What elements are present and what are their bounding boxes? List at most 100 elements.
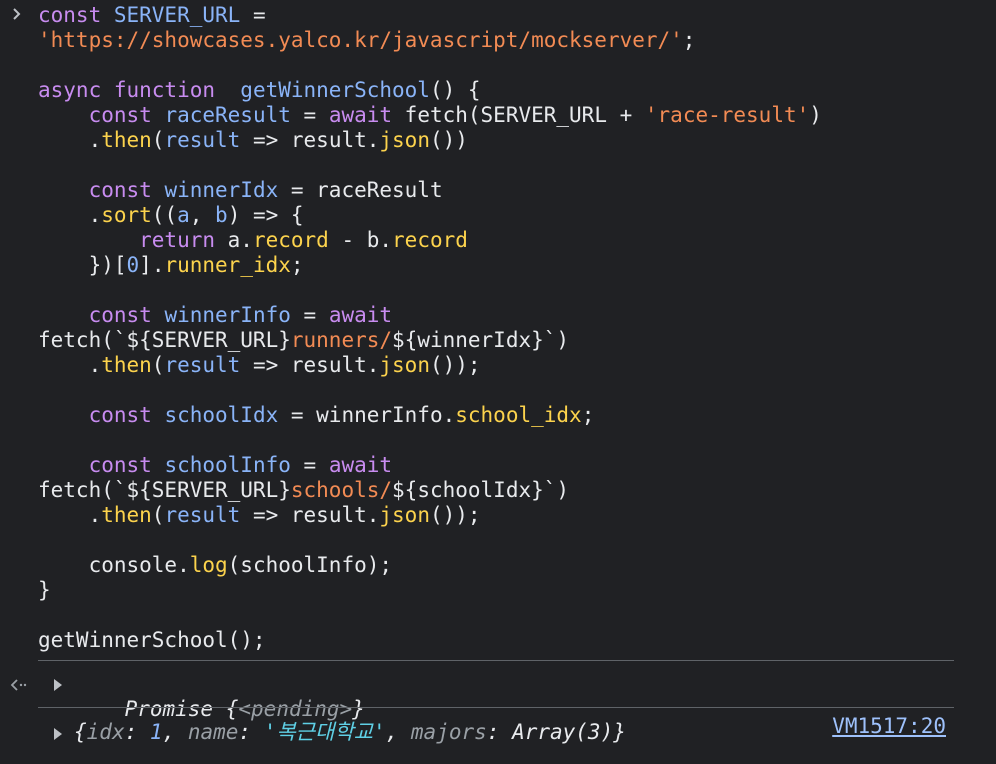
code-token: const <box>38 403 165 427</box>
code-token: log <box>189 553 228 577</box>
code-token: getWinnerSchool <box>227 78 430 102</box>
object-value-number: 1 <box>149 720 163 744</box>
code-token: json <box>379 353 430 377</box>
code-line: getWinnerSchool(); <box>38 628 976 653</box>
expand-triangle-icon[interactable] <box>54 679 62 691</box>
code-token: 'race-result' <box>644 103 810 127</box>
object-summary[interactable]: {idx: 1, name: '복근대학교', majors: Array(3)… <box>74 720 626 745</box>
code-token: async <box>38 78 114 102</box>
object-key: idx <box>86 720 125 744</box>
code-token: = raceResult <box>278 178 443 202</box>
code-token: record <box>252 228 329 252</box>
code-token: = <box>290 303 329 327</box>
code-token: = <box>290 453 329 477</box>
code-token: runners/ <box>290 328 393 352</box>
code-token: })[ <box>38 253 127 277</box>
code-token: => result. <box>240 353 380 377</box>
code-line: const winnerIdx = raceResult <box>38 178 976 203</box>
code-token: raceResult <box>164 103 291 127</box>
expand-triangle-icon[interactable] <box>54 728 62 740</box>
return-arrow-icon <box>10 677 28 698</box>
code-token: . <box>38 128 102 152</box>
code-line: })[0].runner_idx; <box>38 253 976 278</box>
code-token: a <box>177 203 190 227</box>
code-token: ${winnerIdx}`) <box>392 328 570 352</box>
return-value-row: Promise {<pending>} <box>0 665 996 721</box>
code-token: sort <box>101 203 152 227</box>
code-token: ) <box>809 103 822 127</box>
code-token: - b. <box>328 228 393 252</box>
code-token: (( <box>151 203 178 227</box>
code-token: ( <box>151 353 165 377</box>
code-token: } <box>38 578 51 602</box>
code-token: a. <box>227 228 253 252</box>
code-line: const winnerInfo = await <box>38 303 976 328</box>
code-token: ]. <box>139 253 165 277</box>
code-token: json <box>379 503 430 527</box>
code-token: then <box>101 353 152 377</box>
code-token: fetch(`${SERVER_URL} <box>38 478 291 502</box>
code-token: ) => { <box>227 203 304 227</box>
object-key: majors <box>410 720 487 744</box>
code-token: schools/ <box>290 478 393 502</box>
code-token: json <box>379 128 430 152</box>
code-token: ; <box>290 253 304 277</box>
code-token: runner_idx <box>164 253 291 277</box>
code-token: fetch(`${SERVER_URL} <box>38 328 291 352</box>
code-token: () { <box>429 78 481 102</box>
code-token: const <box>38 3 114 27</box>
code-token: . <box>38 203 102 227</box>
source-link[interactable]: VM1517:20 <box>832 714 946 739</box>
code-token: = winnerInfo. <box>278 403 456 427</box>
code-line: fetch(`${SERVER_URL}schools/${schoolIdx}… <box>38 478 976 503</box>
code-token: return <box>38 228 228 252</box>
code-line: const raceResult = await fetch(SERVER_UR… <box>38 103 976 128</box>
code-line: return a.record - b.record <box>38 228 976 253</box>
code-token: winnerIdx <box>164 178 279 202</box>
object-key: name <box>187 720 239 744</box>
code-token: getWinnerSchool(); <box>38 628 266 652</box>
code-token: 0 <box>126 253 140 277</box>
code-token: console. <box>38 553 190 577</box>
code-token: const <box>38 453 165 477</box>
code-line: const SERVER_URL = <box>38 3 976 28</box>
code-token: = <box>240 3 266 27</box>
code-token: b <box>215 203 228 227</box>
code-token: const <box>38 103 165 127</box>
code-line: .then(result => result.json()) <box>38 128 976 153</box>
code-token: schoolInfo <box>164 453 291 477</box>
code-token: result <box>164 128 241 152</box>
code-line: async function getWinnerSchool() { <box>38 78 976 103</box>
code-line: 'https://showcases.yalco.kr/javascript/m… <box>38 28 976 53</box>
code-token: then <box>101 503 152 527</box>
code-token: (schoolInfo); <box>227 553 393 577</box>
code-line: console.log(schoolInfo); <box>38 553 976 578</box>
code-token: const <box>38 178 165 202</box>
code-line: const schoolIdx = winnerInfo.school_idx; <box>38 403 976 428</box>
code-token: fetch(SERVER_URL + <box>404 103 645 127</box>
console-divider <box>38 707 954 708</box>
code-token: winnerInfo <box>164 303 291 327</box>
code-line: } <box>38 578 976 603</box>
code-token: result <box>164 353 241 377</box>
code-token: function <box>113 78 228 102</box>
code-token: = <box>290 103 329 127</box>
code-token: school_idx <box>455 403 582 427</box>
object-value-array: Array(3) <box>512 720 614 744</box>
code-token: ( <box>151 128 165 152</box>
code-line: .sort((a, b) => { <box>38 203 976 228</box>
code-token: await <box>328 453 393 477</box>
code-token: => result. <box>240 503 380 527</box>
console-input-code[interactable]: const SERVER_URL ='https://showcases.yal… <box>38 3 976 653</box>
code-token: ; <box>682 28 696 52</box>
object-value-string: '복근대학교' <box>263 720 386 744</box>
code-line: const schoolInfo = await <box>38 453 976 478</box>
code-token: ( <box>151 503 165 527</box>
code-token: ; <box>581 403 595 427</box>
code-token: ()); <box>429 353 481 377</box>
